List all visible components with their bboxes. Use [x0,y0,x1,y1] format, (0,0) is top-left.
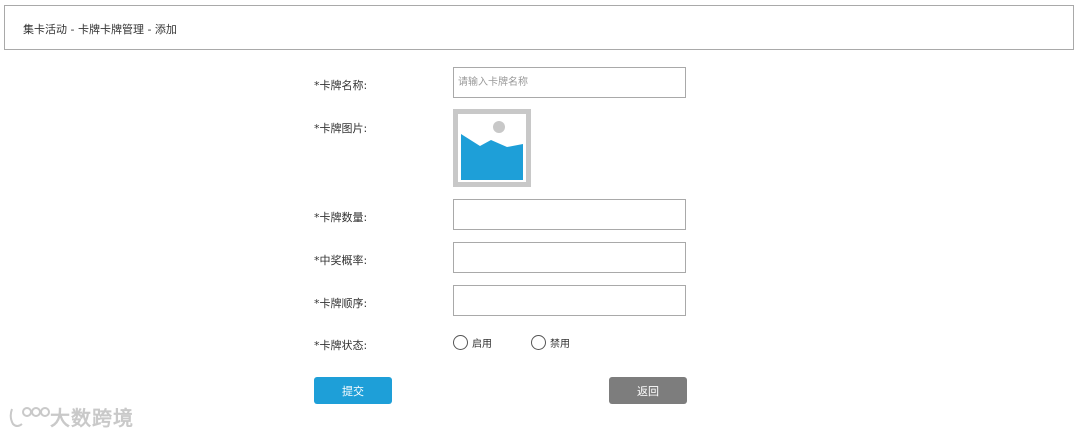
card-quantity-input[interactable] [453,199,686,230]
back-button[interactable]: 返回 [609,377,687,404]
card-image-label: *卡牌图片: [314,122,368,135]
win-probability-label: *中奖概率: [314,254,368,267]
image-placeholder-icon [458,114,526,182]
card-name-label: *卡牌名称: [314,79,368,92]
watermark-logo-icon [9,406,50,427]
card-quantity-label: *卡牌数量: [314,211,368,224]
card-image-upload[interactable] [453,109,531,187]
win-probability-input[interactable] [453,242,686,273]
radio-circle-icon[interactable] [453,335,468,350]
status-disable-radio[interactable]: 禁用 [531,335,570,350]
breadcrumb-bar: 集卡活动 - 卡牌卡牌管理 - 添加 [4,5,1074,50]
card-order-input[interactable] [453,285,686,316]
status-disable-label: 禁用 [550,339,570,350]
breadcrumb: 集卡活动 - 卡牌卡牌管理 - 添加 [23,23,177,36]
card-name-input[interactable] [453,67,686,98]
status-enable-label: 启用 [472,339,492,350]
radio-circle-icon[interactable] [531,335,546,350]
watermark: 大数跨境 [8,402,134,431]
status-enable-radio[interactable]: 启用 [453,335,492,350]
submit-button[interactable]: 提交 [314,377,392,404]
card-status-label: *卡牌状态: [314,339,368,352]
card-order-label: *卡牌顺序: [314,297,368,310]
watermark-text: 大数跨境 [50,406,134,430]
